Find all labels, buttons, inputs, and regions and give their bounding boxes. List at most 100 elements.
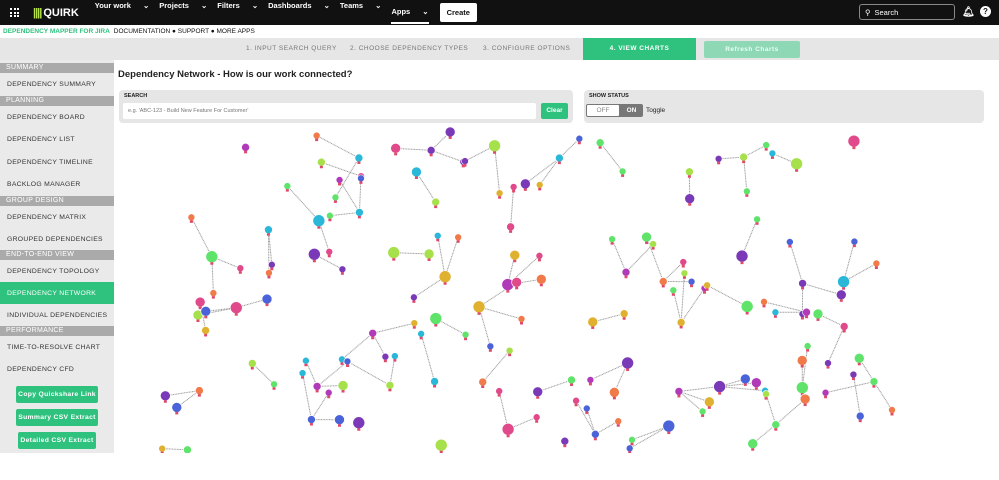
network-node[interactable]	[595, 138, 605, 148]
network-node[interactable]	[307, 415, 316, 424]
help-icon[interactable]: ?	[980, 6, 991, 17]
network-node[interactable]	[312, 382, 322, 391]
network-node[interactable]	[270, 380, 278, 389]
network-node[interactable]	[343, 357, 352, 366]
sidebar-item-dependency-list[interactable]: DEPENDENCY LIST	[0, 128, 114, 151]
network-search-input[interactable]: e.g. 'ABC-123 - Build New Feature For Cu…	[123, 103, 536, 119]
network-node[interactable]	[488, 139, 501, 153]
network-node[interactable]	[472, 300, 486, 314]
network-node[interactable]	[200, 306, 212, 317]
network-node[interactable]	[687, 277, 696, 286]
copy-quickshare-link-button[interactable]: Copy Quickshare Link	[16, 386, 98, 403]
network-node[interactable]	[676, 318, 686, 327]
network-node[interactable]	[411, 166, 422, 178]
network-node[interactable]	[619, 309, 629, 319]
network-node[interactable]	[618, 167, 627, 176]
network-node[interactable]	[684, 193, 695, 204]
network-node[interactable]	[241, 143, 250, 152]
network-node[interactable]	[509, 183, 518, 191]
network-node[interactable]	[847, 134, 861, 148]
logo[interactable]: |||| QUIRK	[33, 7, 79, 19]
network-node[interactable]	[641, 231, 652, 243]
network-node[interactable]	[337, 380, 349, 391]
network-node[interactable]	[768, 149, 777, 158]
sidebar-item-dependency-cfd[interactable]: DEPENDENCY CFD	[0, 358, 114, 381]
network-node[interactable]	[535, 252, 544, 260]
network-node[interactable]	[335, 176, 344, 184]
network-node[interactable]	[674, 387, 684, 396]
network-node[interactable]	[621, 356, 634, 370]
network-node[interactable]	[739, 152, 748, 162]
network-node[interactable]	[591, 430, 600, 439]
nav-apps[interactable]: Apps ⌄	[391, 1, 429, 24]
network-node[interactable]	[582, 404, 591, 413]
network-node[interactable]	[535, 181, 544, 189]
network-node[interactable]	[872, 259, 881, 268]
network-node[interactable]	[743, 187, 751, 196]
network-node[interactable]	[799, 393, 811, 405]
network-node[interactable]	[740, 373, 751, 385]
network-node[interactable]	[685, 167, 694, 177]
network-node[interactable]	[247, 359, 257, 368]
network-node[interactable]	[187, 213, 196, 222]
network-node[interactable]	[325, 248, 334, 256]
network-node[interactable]	[334, 414, 345, 426]
sidebar-item-grouped-dependencies[interactable]: GROUPED DEPENDENCIES	[0, 228, 114, 250]
network-node[interactable]	[803, 342, 812, 350]
step-input-search-query[interactable]: 1. INPUT SEARCH QUERY	[246, 38, 337, 60]
nav-dashboards[interactable]: Dashboards ⌄	[268, 1, 330, 24]
network-node[interactable]	[850, 237, 859, 246]
sidebar-item-dependency-board[interactable]: DEPENDENCY BOARD	[0, 106, 114, 128]
toggle-off[interactable]: OFF	[587, 105, 619, 116]
network-node[interactable]	[283, 182, 292, 190]
app-brand[interactable]: DEPENDENCY MAPPER FOR JIRA	[3, 28, 110, 35]
app-links[interactable]: DOCUMENTATION ● SUPPORT ● MORE APPS	[114, 28, 255, 35]
network-node[interactable]	[520, 178, 531, 190]
network-node[interactable]	[555, 153, 564, 163]
network-node[interactable]	[268, 260, 276, 269]
network-node[interactable]	[509, 249, 521, 261]
notifications-icon[interactable]: 🔔︎	[962, 7, 975, 18]
network-node[interactable]	[608, 235, 616, 243]
network-node[interactable]	[302, 356, 310, 365]
network-node[interactable]	[410, 319, 419, 327]
network-node[interactable]	[429, 312, 443, 325]
network-node[interactable]	[381, 352, 390, 361]
network-node[interactable]	[649, 240, 657, 248]
network-node[interactable]	[478, 377, 488, 387]
nav-your-work[interactable]: Your work ⌄	[95, 1, 150, 24]
network-node[interactable]	[853, 353, 865, 364]
network-node[interactable]	[747, 438, 759, 449]
refresh-charts-button[interactable]: Refresh Charts	[704, 41, 800, 58]
network-node[interactable]	[423, 248, 435, 260]
network-node[interactable]	[735, 249, 749, 263]
network-node[interactable]	[798, 279, 807, 288]
network-node[interactable]	[261, 293, 273, 305]
network-node[interactable]	[714, 155, 723, 163]
network-node[interactable]	[209, 289, 218, 297]
sidebar-item-dependency-matrix[interactable]: DEPENDENCY MATRIX	[0, 206, 114, 228]
network-node[interactable]	[802, 307, 811, 317]
network-node[interactable]	[426, 146, 436, 155]
network-node[interactable]	[338, 265, 347, 274]
network-node[interactable]	[586, 376, 595, 384]
network-node[interactable]	[454, 233, 462, 242]
network-node[interactable]	[824, 359, 832, 367]
network-node[interactable]	[796, 381, 809, 394]
network-node[interactable]	[461, 330, 470, 339]
network-node[interactable]	[171, 402, 183, 413]
sidebar-item-individual-dependencies[interactable]: INDIVIDUAL DEPENDENCIES	[0, 304, 114, 326]
network-node[interactable]	[506, 222, 515, 232]
sidebar-item-dependency-topology[interactable]: DEPENDENCY TOPOLOGY	[0, 260, 114, 282]
network-node[interactable]	[740, 300, 754, 313]
network-node[interactable]	[679, 258, 688, 266]
network-node[interactable]	[352, 416, 366, 430]
step-choose-dependency-types[interactable]: 2. CHOOSE DEPENDENCY TYPES	[350, 38, 468, 60]
network-node[interactable]	[669, 286, 678, 295]
step-configure-options[interactable]: 3. CONFIGURE OPTIONS	[483, 38, 570, 60]
sidebar-item-dependency-summary[interactable]: DEPENDENCY SUMMARY	[0, 73, 114, 96]
network-node[interactable]	[888, 406, 896, 414]
network-node[interactable]	[751, 377, 762, 389]
network-node[interactable]	[326, 211, 334, 220]
network-node[interactable]	[312, 214, 326, 228]
